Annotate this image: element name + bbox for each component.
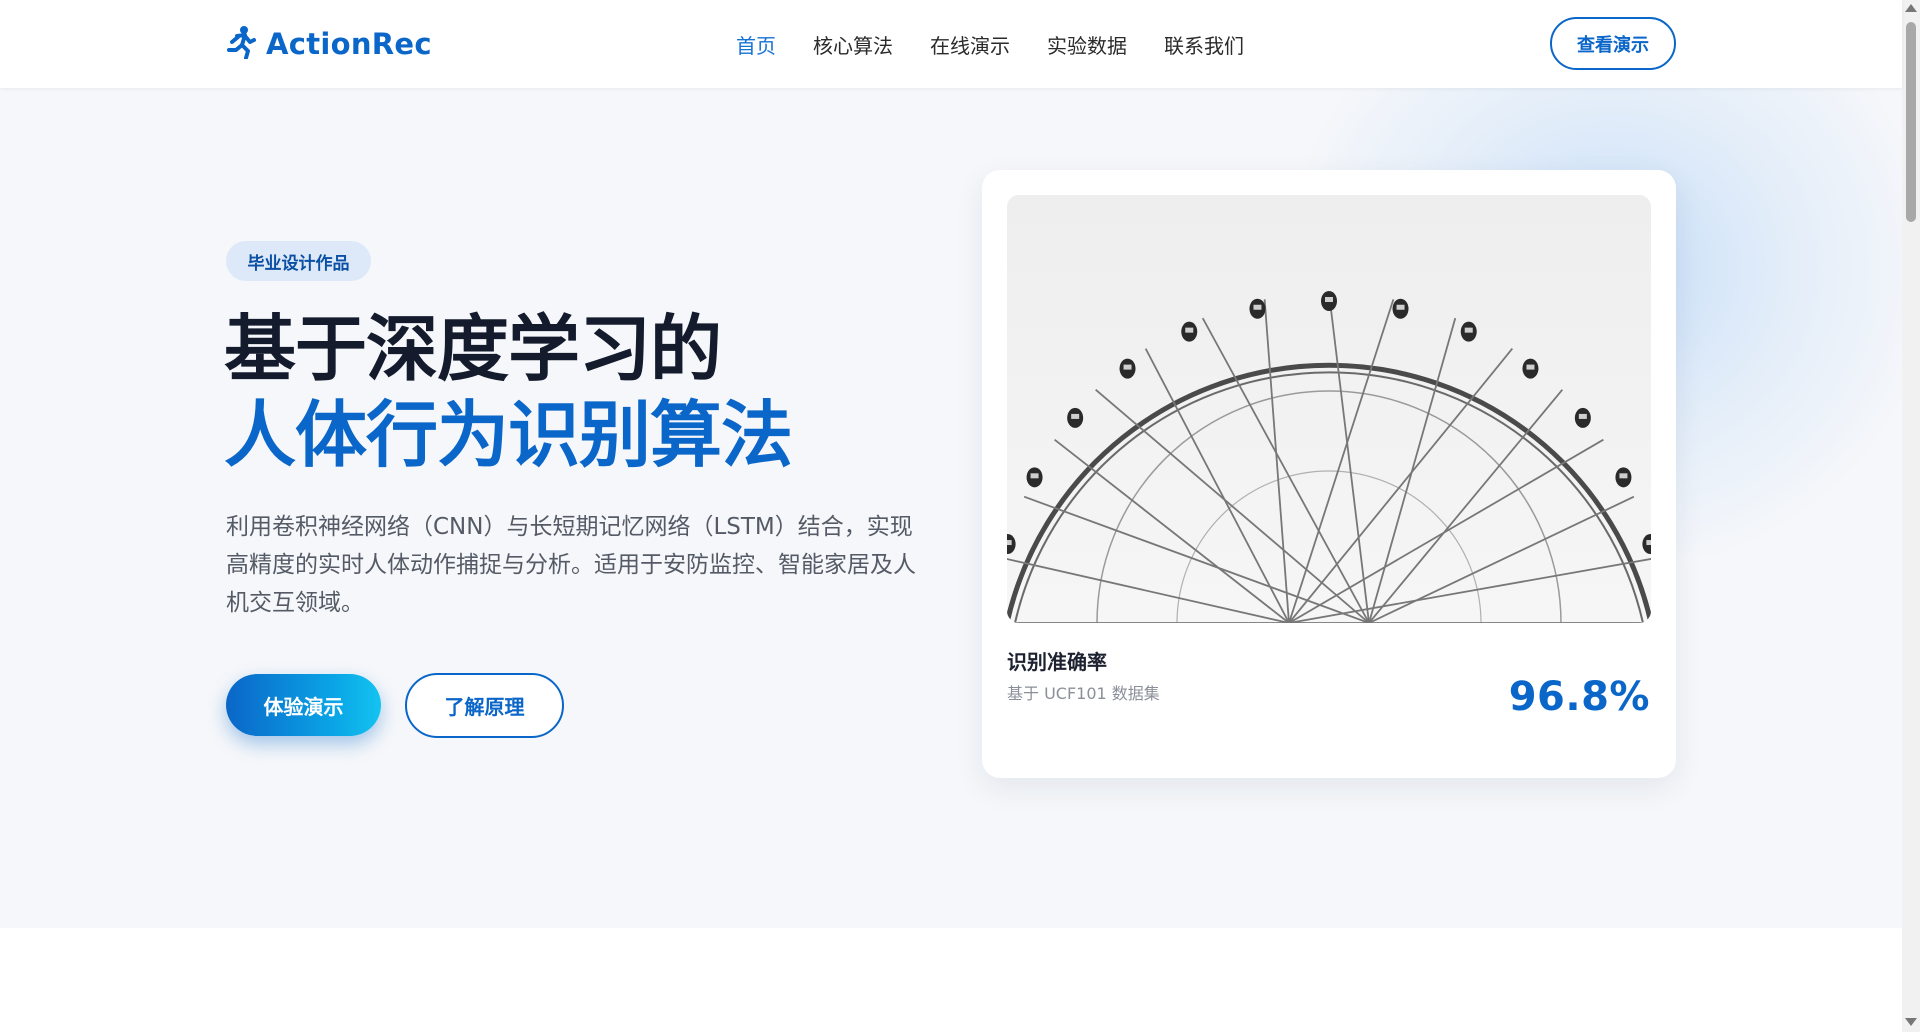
nav-item-data[interactable]: 实验数据 [1047,30,1127,59]
view-demo-button[interactable]: 查看演示 [1550,17,1676,70]
hero-section: 毕业设计作品 基于深度学习的 人体行为识别算法 利用卷积神经网络（CNN）与长短… [0,88,1902,928]
ferris-wheel-image [1007,195,1651,623]
scrollbar-thumb[interactable] [1906,22,1916,222]
page: ActionRec 首页 核心算法 在线演示 实验数据 联系我们 查看演示 毕业… [0,0,1920,1032]
nav-item-algorithm[interactable]: 核心算法 [813,30,893,59]
card-title: 识别准确率 [1007,650,1107,674]
hero-title: 基于深度学习的 人体行为识别算法 [224,306,944,478]
page-scrollbar[interactable] [1902,0,1920,1032]
nav-item-demo[interactable]: 在线演示 [930,30,1010,59]
accuracy-value: 96.8% [1508,674,1650,720]
hero-description: 利用卷积神经网络（CNN）与长短期记忆网络（LSTM）结合，实现高精度的实时人体… [226,514,916,616]
card-subtitle: 基于 UCF101 数据集 [1007,684,1160,703]
nav-item-home[interactable]: 首页 [736,30,776,59]
accuracy-card: 识别准确率 基于 UCF101 数据集 96.8% [982,170,1676,778]
nav-item-contact[interactable]: 联系我们 [1164,30,1244,59]
site-header: ActionRec 首页 核心算法 在线演示 实验数据 联系我们 查看演示 [0,0,1902,88]
main-nav: 首页 核心算法 在线演示 实验数据 联系我们 [736,28,1244,60]
project-badge: 毕业设计作品 [226,241,371,281]
brand-name: ActionRec [266,27,432,61]
try-demo-button[interactable]: 体验演示 [226,674,381,736]
scroll-down-arrow-icon[interactable] [1905,1018,1917,1026]
next-section [0,928,1902,1032]
hero-title-line2: 人体行为识别算法 [224,393,793,477]
running-person-icon [224,25,256,63]
brand-logo[interactable]: ActionRec [224,24,432,64]
learn-more-button[interactable]: 了解原理 [405,673,564,738]
scroll-up-arrow-icon[interactable] [1905,4,1917,12]
hero-title-line1: 基于深度学习的 [224,307,722,391]
